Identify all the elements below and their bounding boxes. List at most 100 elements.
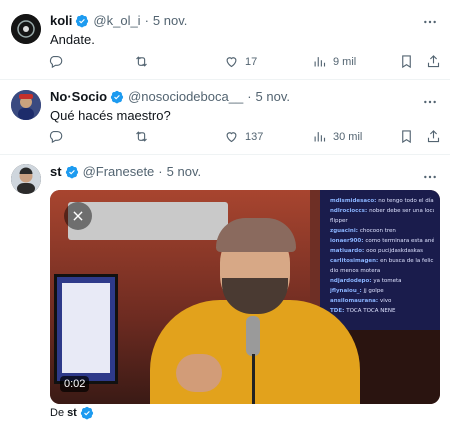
timestamp[interactable]: 5 nov. <box>256 89 290 104</box>
microphone <box>246 316 260 356</box>
studio-monitor <box>54 274 118 384</box>
bookmark-button[interactable] <box>399 129 420 144</box>
chat-message: ndjardodepo: ya tometa <box>330 276 434 286</box>
display-name[interactable]: st <box>50 164 62 179</box>
views-button[interactable]: 30 mil <box>312 129 362 144</box>
chat-message: zguacini: chocoon tren <box>330 226 434 236</box>
tweet-text: Qué hacés maestro? <box>50 108 171 123</box>
chat-text: vivo <box>379 298 392 304</box>
chat-username: mdismidesaco: <box>330 198 379 204</box>
like-button[interactable]: 17 <box>224 54 257 69</box>
chat-message: ionaer900: como terminara esta anécu <box>330 236 434 246</box>
tweet-koli[interactable]: koli @k_ol_i · 5 nov. Andate. 17 9 mil <box>0 0 450 80</box>
tweet-header: No·Socio @nosociodeboca__ · 5 nov. <box>50 89 290 104</box>
chat-message: flipper <box>330 216 434 226</box>
from-name[interactable]: st <box>67 407 77 419</box>
chat-message: jflynaiou_: jj golpe <box>330 286 434 296</box>
display-name[interactable]: No·Socio <box>50 89 107 104</box>
volume-muted-icon <box>73 211 83 221</box>
tweet-nosocio[interactable]: No·Socio @nosociodeboca__ · 5 nov. Qué h… <box>0 80 450 155</box>
chat-message: dio menos motera <box>330 266 434 276</box>
heart-icon <box>226 132 237 143</box>
views-button[interactable]: 9 mil <box>312 54 356 69</box>
chat-text: en busca de la felicidad <box>380 258 434 264</box>
heart-icon <box>226 57 237 68</box>
timestamp[interactable]: 5 nov. <box>167 164 201 179</box>
reply-icon <box>49 130 63 144</box>
retweet-button[interactable] <box>134 129 155 144</box>
verified-badge-icon <box>76 14 89 27</box>
tweet-st[interactable]: st @Franesete · 5 nov. mdismidesaco: no … <box>0 155 450 429</box>
chat-text: nober debe ser una locura en <box>369 208 434 214</box>
like-count: 17 <box>245 55 258 68</box>
reply-button[interactable] <box>48 129 69 144</box>
chat-message: ndlrocioccs: nober debe ser una locura e… <box>330 206 434 216</box>
handle[interactable]: @Franesete <box>83 164 155 179</box>
display-name[interactable]: koli <box>50 13 72 28</box>
chat-username: carlitosimagen: <box>330 258 381 264</box>
verified-badge-icon <box>110 90 124 103</box>
retweet-button[interactable] <box>134 54 155 69</box>
mute-button[interactable] <box>64 202 92 230</box>
reply-button[interactable] <box>48 54 69 69</box>
host-cap <box>216 218 296 252</box>
media-attribution[interactable]: De st <box>50 406 98 420</box>
bookmark-icon <box>402 55 411 69</box>
verified-badge-icon <box>80 406 93 420</box>
chat-username: ansilomaurana: <box>330 298 380 304</box>
chat-text: TOCA TOCA NENE <box>346 308 396 314</box>
bookmark-button[interactable] <box>399 54 420 69</box>
chat-text: chocoon tren <box>359 228 396 234</box>
share-button[interactable] <box>426 54 447 69</box>
action-bar: 137 30 mil <box>48 129 442 147</box>
chat-text: no tengo todo el día pues <box>378 198 434 204</box>
chat-text: dio menos motera <box>330 268 381 274</box>
studio-shelf <box>68 202 228 240</box>
separator: · <box>247 89 252 104</box>
video-player[interactable]: mdismidesaco: no tengo todo el día puesn… <box>50 190 440 404</box>
tweet-header: koli @k_ol_i · 5 nov. <box>50 13 187 28</box>
chat-text: flipper <box>330 218 348 224</box>
bookmark-icon <box>402 130 411 144</box>
like-button[interactable]: 137 <box>224 129 263 144</box>
timestamp[interactable]: 5 nov. <box>153 13 187 28</box>
chat-username: zguacini: <box>330 228 360 234</box>
like-count: 137 <box>245 130 264 143</box>
tweet-header: st @Franesete · 5 nov. <box>50 164 201 179</box>
more-options-icon[interactable] <box>422 169 438 185</box>
avatar[interactable] <box>11 90 41 120</box>
retweet-icon <box>136 56 147 67</box>
chat-message: mdismidesaco: no tengo todo el día pues <box>330 196 434 206</box>
separator: · <box>158 164 163 179</box>
stream-chat-overlay: mdismidesaco: no tengo todo el día puesn… <box>320 190 440 330</box>
chat-username: TDE: <box>330 308 347 314</box>
views-chart-icon <box>314 132 326 142</box>
share-icon <box>427 130 440 143</box>
views-count: 30 mil <box>333 130 363 143</box>
avatar[interactable] <box>11 14 41 44</box>
retweet-icon <box>136 131 147 142</box>
chat-text: ooo pucijdaskdaskas <box>366 248 424 254</box>
chat-username: matiuardo: <box>330 248 367 254</box>
chat-message: carlitosimagen: en busca de la felicidad <box>330 256 434 266</box>
chat-username: ndjardodepo: <box>330 278 374 284</box>
handle[interactable]: @nosociodeboca__ <box>128 89 243 104</box>
chat-message: ansilomaurana: vivo <box>330 296 434 306</box>
host-hand <box>176 354 222 392</box>
chat-message: matiuardo: ooo pucijdaskdaskas <box>330 246 434 256</box>
handle[interactable]: @k_ol_i <box>93 13 140 28</box>
chat-username: jflynaiou_: <box>330 288 364 294</box>
avatar[interactable] <box>11 164 41 194</box>
chat-text: como terminara esta anécu <box>365 238 434 244</box>
more-options-icon[interactable] <box>422 94 438 110</box>
chat-username: ndlrocioccs: <box>330 208 370 214</box>
microphone-arm <box>252 354 255 404</box>
more-options-icon[interactable] <box>422 14 438 30</box>
share-icon <box>427 55 440 68</box>
from-label: De <box>50 407 65 419</box>
verified-badge-icon <box>65 165 78 178</box>
separator: · <box>144 13 149 28</box>
video-timestamp: 0:02 <box>60 376 90 392</box>
action-bar: 17 9 mil <box>48 54 442 72</box>
share-button[interactable] <box>426 129 447 144</box>
